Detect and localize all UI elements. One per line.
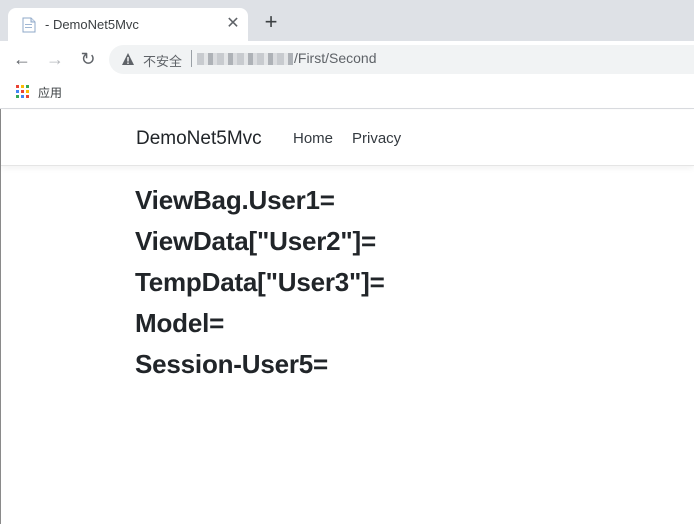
- url-host-redacted: [197, 53, 293, 65]
- bookmarks-bar: 应用: [0, 77, 694, 109]
- tempdata-user3-heading: TempData["User3"]=: [135, 267, 385, 297]
- warning-triangle-icon[interactable]: [121, 52, 135, 66]
- close-icon[interactable]: ✕: [224, 15, 242, 33]
- apps-grid-icon[interactable]: [16, 85, 30, 99]
- viewbag-user1-heading: ViewBag.User1=: [135, 185, 335, 215]
- session-user5-heading: Session-User5=: [135, 349, 329, 379]
- url-path[interactable]: /First/Second: [294, 50, 376, 66]
- browser-tabstrip: - DemoNet5Mvc ✕ +: [0, 0, 694, 41]
- url-divider: [191, 50, 192, 67]
- back-arrow-icon[interactable]: ←: [11, 48, 33, 70]
- forward-arrow-icon[interactable]: →: [44, 48, 66, 70]
- document-icon: [22, 17, 36, 33]
- main-content: ViewBag.User1= ViewData["User2"]= TempDa…: [135, 180, 385, 385]
- site-navbar: DemoNet5Mvc Home Privacy: [1, 110, 694, 166]
- reload-icon[interactable]: ↻: [77, 48, 99, 70]
- address-bar[interactable]: 不安全 /First/Second: [109, 45, 694, 74]
- site-brand-link[interactable]: DemoNet5Mvc: [136, 128, 262, 150]
- browser-tab[interactable]: - DemoNet5Mvc ✕: [8, 8, 248, 41]
- browser-toolbar: ← → ↻ 不安全 /First/Second: [0, 41, 694, 77]
- nav-link-privacy[interactable]: Privacy: [352, 130, 401, 147]
- new-tab-button[interactable]: +: [260, 11, 282, 33]
- nav-link-home[interactable]: Home: [293, 130, 333, 147]
- model-heading: Model=: [135, 308, 225, 338]
- security-status-label[interactable]: 不安全: [143, 51, 182, 70]
- tab-title: - DemoNet5Mvc: [45, 17, 139, 32]
- viewdata-user2-heading: ViewData["User2"]=: [135, 226, 376, 256]
- apps-bookmark-label[interactable]: 应用: [38, 84, 62, 101]
- window-left-border: [0, 109, 1, 524]
